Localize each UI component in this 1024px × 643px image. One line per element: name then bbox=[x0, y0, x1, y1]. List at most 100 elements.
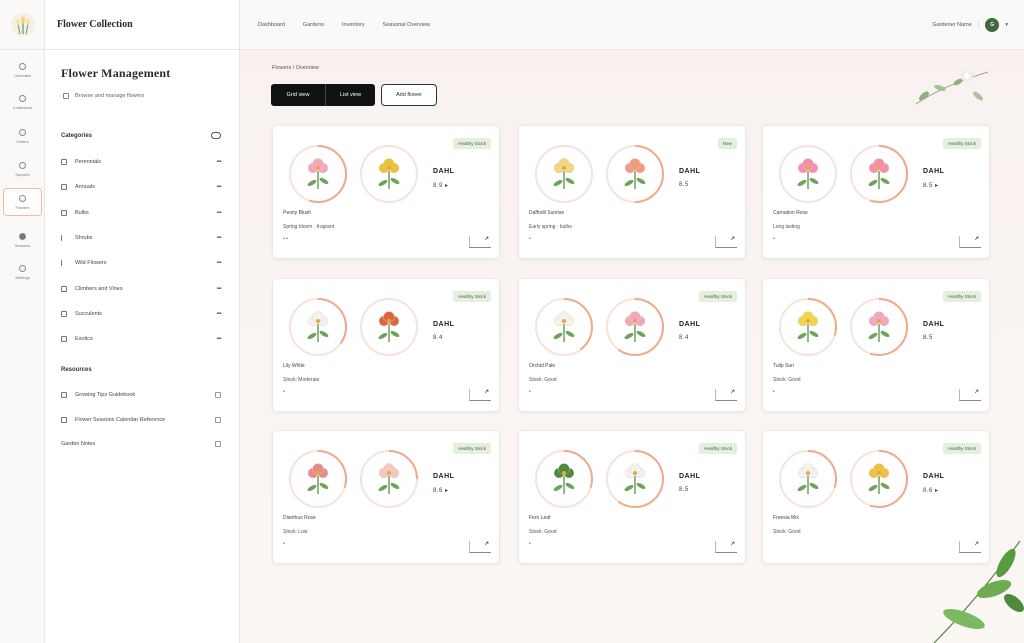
sidebar-item[interactable]: Bulbs ••• bbox=[61, 207, 222, 219]
progress-ring-icon bbox=[360, 145, 418, 203]
flower-card[interactable]: Healthy Stock DAHL 8.4 Orchid Pale Stock: Go… bbox=[518, 278, 746, 412]
collection-icon bbox=[19, 94, 26, 102]
progress-ring-icon bbox=[850, 145, 908, 203]
progress-ring-icon bbox=[606, 145, 664, 203]
add-flower-button[interactable]: Add flower bbox=[381, 84, 437, 106]
card-indicator: • • bbox=[283, 236, 288, 242]
flower-card[interactable]: Healthy Stock DAHL 8.4 Lily White Stock: Mod… bbox=[272, 278, 500, 412]
branch-decoration-icon bbox=[915, 70, 989, 105]
resource-link[interactable]: Growing Tips Guidebook bbox=[61, 389, 221, 401]
rail-item-collections[interactable]: Collections bbox=[3, 88, 42, 116]
flower-card[interactable]: Healthy Stock DAHL 8.5 Tulip Sun Stock: Good… bbox=[762, 278, 990, 412]
sidebar-item[interactable]: Climbers and Vines ••• bbox=[61, 283, 222, 295]
chevron-down-icon[interactable]: ▾ bbox=[1005, 22, 1008, 28]
toggle-icon[interactable] bbox=[211, 132, 221, 139]
open-card-button[interactable]: ↗ bbox=[469, 389, 491, 401]
sidebar-item-count: ••• bbox=[216, 286, 222, 292]
rail-item-flowers[interactable]: Flowers bbox=[3, 188, 42, 216]
folder-icon bbox=[61, 311, 67, 317]
flower-image bbox=[360, 450, 418, 508]
nav-link-gardens[interactable]: Gardens bbox=[303, 22, 324, 28]
flower-image bbox=[779, 450, 837, 508]
orders-icon bbox=[19, 128, 26, 136]
open-card-button[interactable]: ↗ bbox=[959, 389, 981, 401]
resource-link[interactable]: Flower Seasons Calendar Reference bbox=[61, 414, 221, 426]
section-heading-categories: Categories bbox=[61, 133, 93, 139]
nav-link-inventory[interactable]: Inventory bbox=[342, 22, 365, 28]
open-card-button[interactable]: ↗ bbox=[715, 236, 737, 248]
open-card-button[interactable]: ↗ bbox=[469, 236, 491, 248]
rail-label: Species bbox=[15, 171, 30, 177]
resource-label: Garden Notes bbox=[61, 441, 96, 447]
open-card-button[interactable]: ↗ bbox=[715, 541, 737, 553]
external-link-icon bbox=[215, 417, 221, 423]
flower-image bbox=[360, 298, 418, 356]
sidebar-item-label: Succulents bbox=[75, 311, 102, 317]
sidebar-item[interactable]: Wild Flowers ••• bbox=[61, 257, 222, 269]
folder-icon bbox=[61, 184, 67, 190]
nav-link-dashboard[interactable]: Dashboard bbox=[258, 22, 285, 28]
card-indicator: • bbox=[283, 389, 285, 395]
flower-card[interactable]: Healthy Stock DAHL 8.5 ▸ Carnation Rose Long… bbox=[762, 125, 990, 259]
species-icon bbox=[19, 161, 26, 169]
avatar[interactable]: G bbox=[985, 17, 1000, 32]
open-card-button[interactable]: ↗ bbox=[715, 389, 737, 401]
card-metric: DAHL bbox=[433, 168, 455, 175]
card-indicator: • bbox=[529, 541, 531, 547]
progress-ring-icon bbox=[779, 145, 837, 203]
rail-item-seasons[interactable]: Seasons bbox=[3, 226, 42, 254]
sidebar-item-label: Bulbs bbox=[75, 210, 89, 216]
flower-logo-icon bbox=[10, 12, 35, 37]
flower-description: Early spring · bulbs bbox=[529, 224, 572, 230]
open-card-button[interactable]: ↗ bbox=[469, 541, 491, 553]
progress-ring-icon bbox=[850, 298, 908, 356]
sidebar-item[interactable]: Shrubs ••• bbox=[61, 232, 222, 244]
logo[interactable] bbox=[0, 0, 45, 50]
rail-label: Collections bbox=[12, 104, 33, 110]
page-title: Flower Management bbox=[61, 66, 171, 80]
card-metric: DAHL bbox=[923, 168, 945, 175]
rail-item-settings[interactable]: Settings bbox=[3, 258, 42, 286]
flower-card[interactable]: Healthy Stock DAHL 8.9 ▸ Peony Blush Spring … bbox=[272, 125, 500, 259]
flower-name: Orchid Pale bbox=[529, 363, 556, 369]
sidebar-item-count: ••• bbox=[216, 235, 222, 241]
rail-item-species[interactable]: Species bbox=[3, 155, 42, 183]
folder-icon bbox=[61, 336, 67, 342]
sidebar-item-label: Wild Flowers bbox=[75, 260, 107, 266]
card-indicator: • bbox=[283, 541, 285, 547]
progress-ring-icon bbox=[289, 298, 347, 356]
rail-item-overview[interactable]: Overview bbox=[3, 56, 42, 84]
flower-name: Fern Leaf bbox=[529, 515, 551, 521]
sidebar-item[interactable]: Perennials ••• bbox=[61, 156, 222, 168]
progress-ring-icon bbox=[535, 145, 593, 203]
flower-card[interactable]: Healthy Stock DAHL 8.5 Fern Leaf Stock: Good… bbox=[518, 430, 746, 564]
progress-ring-icon bbox=[606, 298, 664, 356]
sidebar-item[interactable]: Exotics ••• bbox=[61, 333, 222, 345]
external-link-icon bbox=[215, 392, 221, 398]
user-menu[interactable]: Gardener Name | G ▾ bbox=[932, 17, 1008, 32]
flower-image bbox=[779, 145, 837, 203]
nav-link-seasonal[interactable]: Seasonal Overview bbox=[383, 22, 430, 28]
home-icon bbox=[19, 62, 26, 70]
sidebar-item-count: ••• bbox=[216, 210, 222, 216]
season-icon bbox=[19, 232, 26, 240]
card-indicator: • bbox=[529, 389, 531, 395]
divider: | bbox=[977, 21, 980, 28]
card-metric: DAHL bbox=[679, 321, 701, 328]
open-card-button[interactable]: ↗ bbox=[959, 236, 981, 248]
flower-image bbox=[850, 450, 908, 508]
sidebar-item-count: ••• bbox=[216, 336, 222, 342]
rail-item-orders[interactable]: Orders bbox=[3, 122, 42, 150]
flower-card[interactable]: Healthy Stock DAHL 8.6 ▸ Dianthus Rose Stock… bbox=[272, 430, 500, 564]
flower-card[interactable]: New DAHL 8.5 Daffodil Sunrise Early spring ·… bbox=[518, 125, 746, 259]
flower-name: Dianthus Rose bbox=[283, 515, 316, 521]
flower-image bbox=[606, 298, 664, 356]
tab-list-view[interactable]: List view bbox=[325, 84, 375, 106]
resource-link[interactable]: Garden Notes bbox=[61, 438, 221, 450]
tab-grid-view[interactable]: Grid view bbox=[271, 84, 325, 106]
sidebar-item[interactable]: Succulents ••• bbox=[61, 308, 222, 320]
sidebar-item[interactable]: Annuals ••• bbox=[61, 181, 222, 193]
flower-name: Peony Blush bbox=[283, 210, 312, 216]
flower-description: Stock: Good bbox=[529, 529, 557, 535]
card-metric: DAHL bbox=[433, 473, 455, 480]
